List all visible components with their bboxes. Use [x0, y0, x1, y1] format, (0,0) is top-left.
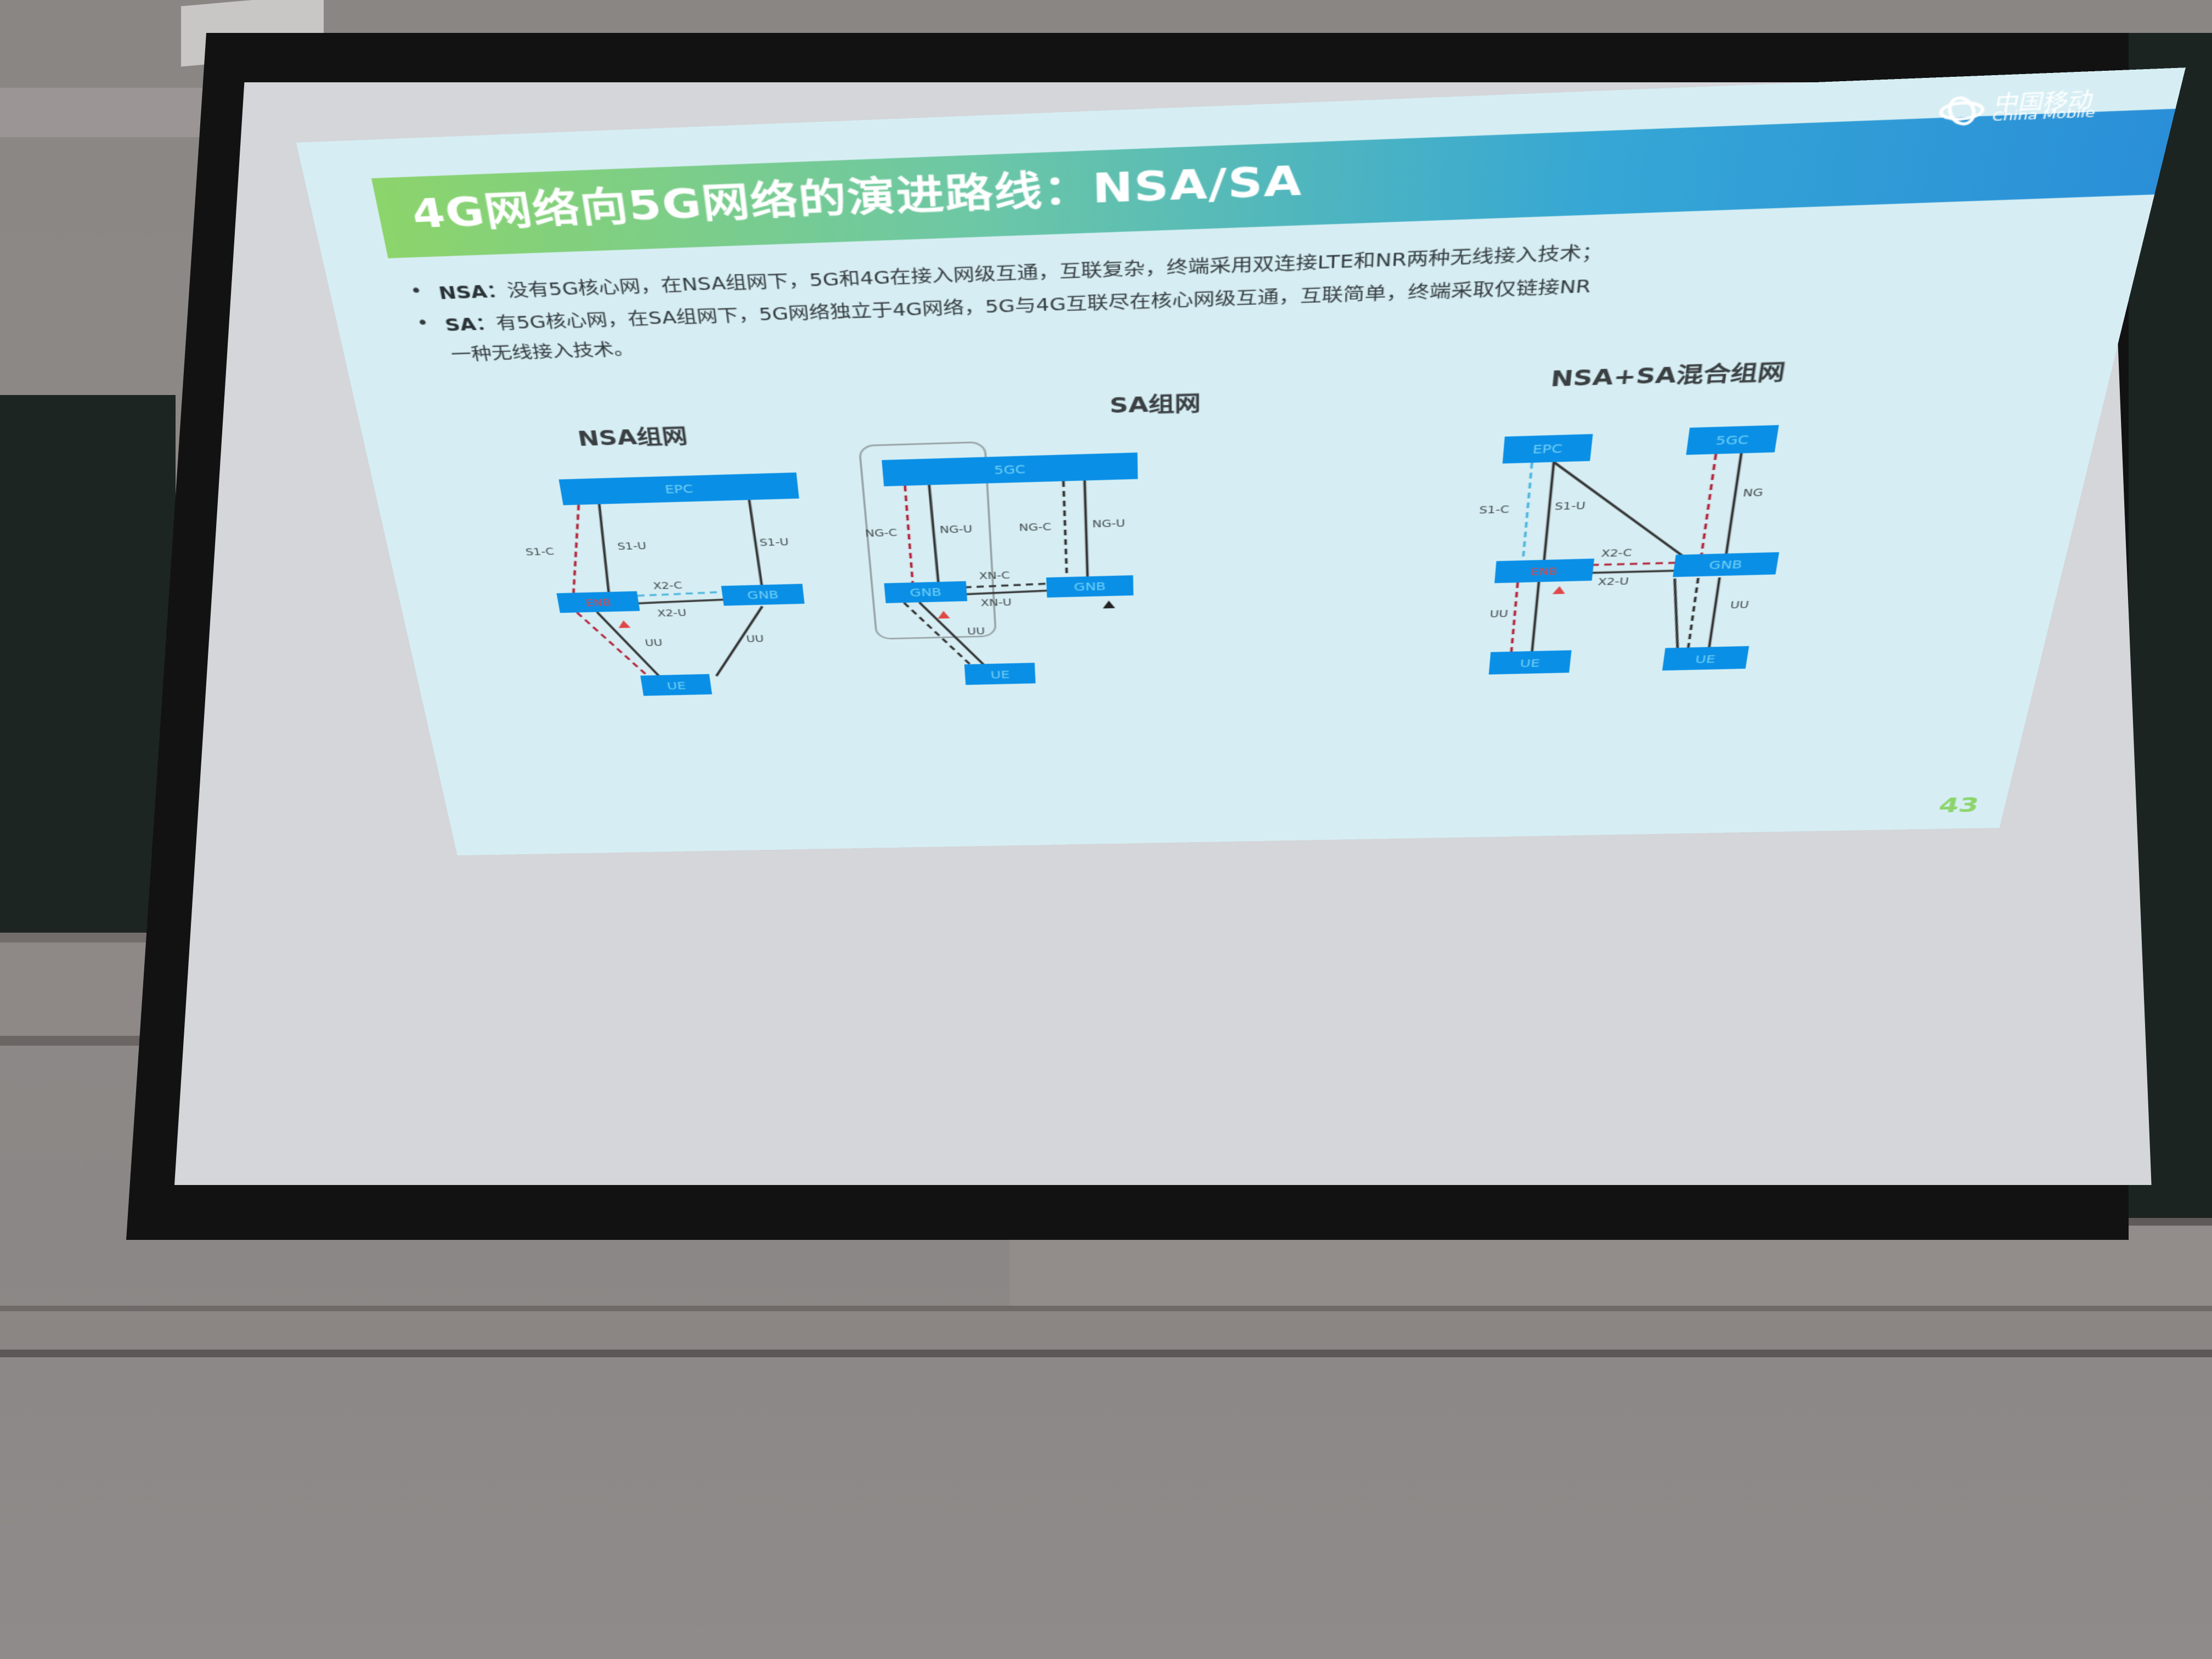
nsa-s1u-right-label: S1-U [759, 537, 789, 549]
nsa-uu-left-label: UU [644, 637, 663, 648]
slide: 4G网络向5G网络的演进路线：NSA/SA 中国移动 China Mobile … [296, 67, 2186, 856]
mixed-ng-label: NG [1742, 487, 1764, 499]
mixed-diagram: EPC 5GC ENB GNB UE UE S1-C S1-U NG X2-C … [1479, 425, 1780, 675]
sa-ngc-left-link [905, 486, 913, 582]
mixed-5gc-label: 5GC [1715, 433, 1750, 448]
sa-ngu-right-label: NG-U [1092, 517, 1126, 530]
sa-ngc-right-label: NG-C [1019, 521, 1052, 533]
mixed-x2c-label: X2-C [1601, 547, 1633, 559]
nsa-x2u-label: X2-U [657, 607, 687, 619]
mixed-ng-control-link [1701, 454, 1716, 556]
sa-ngu-right-link [1085, 481, 1087, 577]
nsa-x2c-link [637, 592, 723, 596]
mixed-s1u-link [1544, 462, 1554, 560]
sa-ue-label: UE [990, 669, 1010, 681]
sa-gnb-left-label: GNB [910, 586, 942, 600]
mixed-gnb-label: GNB [1708, 558, 1743, 572]
nsa-s1c-link [558, 505, 594, 592]
sa-ngc-right-link [1063, 481, 1066, 577]
mixed-uu-right-dashed-link [1688, 578, 1698, 649]
nsa-s1u-left-label: S1-U [617, 540, 647, 552]
sa-uu-label: UU [967, 625, 985, 636]
nsa-diagram: EPC ENB GNB UE S1-C S1-U S1-U X2-C X2-U … [524, 472, 805, 696]
mixed-s1c-link [1523, 462, 1532, 560]
mixed-warning-triangle-icon [1552, 586, 1566, 594]
nsa-epc-label: EPC [664, 483, 693, 496]
network-diagrams: EPC ENB GNB UE S1-C S1-U S1-U X2-C X2-U … [524, 425, 1780, 696]
sa-xnc-label: XN-C [979, 569, 1010, 582]
page-number: 43 [1936, 793, 1982, 817]
sa-diagram: 5GC GNB GNB UE NG-C NG-U NG-C NG-U XN-C … [857, 437, 1138, 685]
nsa-s1u-left-link [594, 504, 614, 592]
mixed-uu-right-link [1709, 578, 1719, 649]
sa-warning-triangle-black-icon [1102, 600, 1115, 609]
mixed-epc-label: EPC [1532, 442, 1562, 456]
sa-5gc-label: 5GC [994, 463, 1025, 477]
sa-xnc-link [964, 584, 1047, 588]
mixed-uu-left-label: UU [1489, 608, 1509, 620]
nsa-enb-label: ENB [585, 597, 612, 608]
sa-ngu-left-label: NG-U [939, 523, 973, 535]
nsa-uu-left-dashed-link [577, 611, 650, 679]
mixed-enb-label: ENB [1531, 566, 1558, 578]
mixed-ue-left-label: UE [1520, 657, 1541, 669]
sa-ngu-left-link [929, 485, 939, 582]
sa-uu-dashed-link [904, 601, 972, 667]
nsa-warning-triangle-icon [617, 620, 631, 628]
mixed-uu-diagonal-link [1665, 578, 1688, 650]
nsa-x2c-label: X2-C [652, 580, 683, 591]
mixed-uu-right-label: UU [1729, 599, 1750, 611]
mixed-s1u-label: S1-U [1554, 500, 1586, 512]
sa-gnb-right-label: GNB [1074, 580, 1106, 594]
sa-xnu-link [964, 591, 1047, 595]
mixed-uu-left-dashed-link [1511, 583, 1518, 653]
sa-ngc-left-label: NG-C [865, 527, 898, 539]
nsa-x2u-link [639, 600, 723, 603]
nsa-s1c-label: S1-C [524, 546, 555, 558]
mixed-x2u-label: X2-U [1598, 575, 1629, 588]
mixed-s1c-label: S1-C [1479, 504, 1510, 516]
mixed-ue-right-label: UE [1695, 653, 1717, 666]
mixed-uu-left-link [1532, 582, 1539, 653]
sa-warning-triangle-red-icon [937, 611, 950, 619]
projected-slide-area: 4G网络向5G网络的演进路线：NSA/SA 中国移动 China Mobile … [0, 0, 2212, 1659]
nsa-ue-label: UE [666, 680, 686, 692]
sa-xnu-label: XN-U [980, 597, 1012, 608]
nsa-gnb-label: GNB [747, 589, 780, 601]
mixed-ng-user-link [1726, 453, 1741, 555]
nsa-uu-right-label: UU [746, 633, 764, 644]
